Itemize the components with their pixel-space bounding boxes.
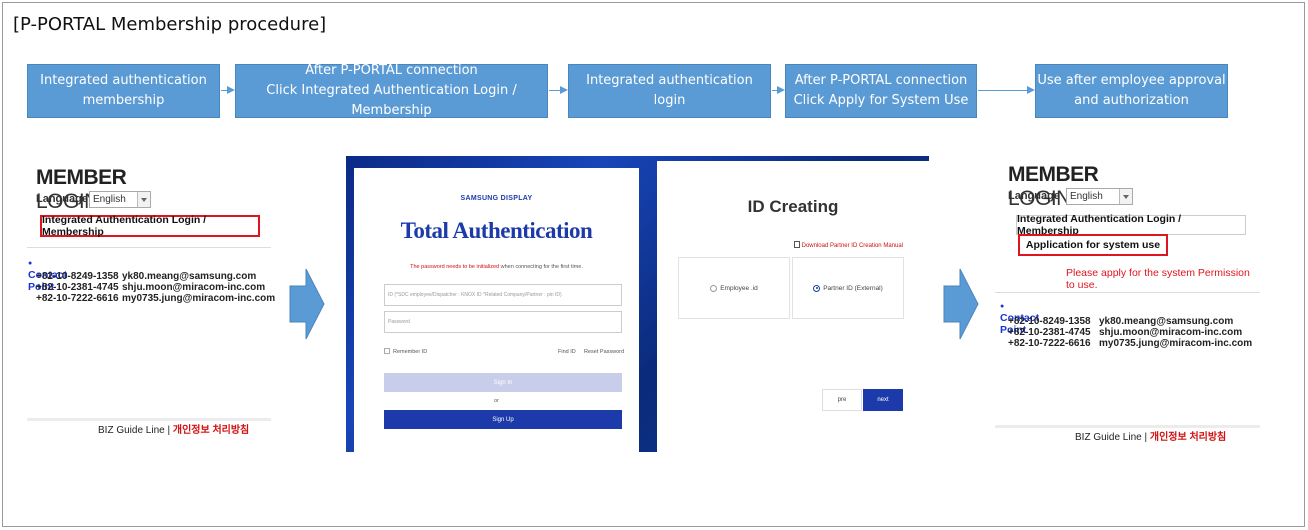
- privacy-policy-link[interactable]: 개인정보 처리방침: [173, 425, 249, 436]
- privacy-policy-link[interactable]: 개인정보 처리방침: [1150, 432, 1226, 443]
- total-authentication-title: Total Authentication: [400, 218, 593, 243]
- book-icon: [793, 241, 800, 248]
- language-label: Language: [36, 193, 88, 205]
- language-select-value: English: [1070, 191, 1103, 202]
- contact-row: +82-10-8249-1358 yk80.meang@samsung.com: [36, 271, 257, 282]
- language-label: Language: [1008, 190, 1060, 202]
- application-for-system-use-button[interactable]: Application for system use: [1018, 234, 1168, 256]
- id-input[interactable]: ID (*SDC employee/Dispatcher : KNOX ID *…: [384, 284, 622, 306]
- flow-arrow-1: [221, 86, 235, 94]
- divider: [27, 247, 271, 248]
- flow-arrow-4: [978, 86, 1035, 94]
- step-2-box: After P-PORTAL connection Click Integrat…: [235, 63, 548, 118]
- reset-password-link[interactable]: Reset Password: [584, 349, 624, 355]
- biz-guide-link[interactable]: BIZ Guide Line |: [98, 425, 170, 436]
- language-select-value: English: [93, 194, 126, 205]
- sign-up-button[interactable]: Sign Up: [384, 410, 622, 429]
- flow-arrow-2: [549, 86, 568, 94]
- step-5-box: Use after employee approval and authoriz…: [1035, 64, 1228, 118]
- contact-row: +82-10-2381-4745 shju.moon@miracom-inc.co…: [1008, 327, 1243, 338]
- contact-row: +82-10-2381-4745 shju.moon@miracom-inc.co…: [36, 282, 266, 293]
- employee-id-option[interactable]: Employee .id: [678, 257, 790, 319]
- or-separator: or: [494, 398, 499, 404]
- chevron-down-icon: [137, 192, 150, 207]
- big-arrow-right-icon: [289, 268, 325, 340]
- prev-button[interactable]: pre: [822, 389, 862, 411]
- radio-selected-icon: [813, 284, 821, 292]
- find-id-link[interactable]: Find ID: [558, 349, 576, 355]
- total-authentication-card: SAMSUNG DISPLAY Total Authentication The…: [354, 168, 639, 452]
- checkbox-icon: [384, 348, 390, 354]
- partner-id-option[interactable]: Partner ID (External): [792, 257, 904, 319]
- language-select[interactable]: English: [1066, 188, 1133, 205]
- big-arrow-right-icon: [943, 268, 979, 340]
- footer-links: BIZ Guide Line | 개인정보 처리방침: [1075, 428, 1226, 443]
- permission-note: Please apply for the system Permission t…: [1066, 267, 1250, 291]
- page-title: [P-PORTAL Membership procedure]: [13, 14, 327, 35]
- chevron-down-icon: [1119, 189, 1132, 204]
- samsung-display-logo: SAMSUNG DISPLAY: [460, 195, 533, 202]
- sign-in-button[interactable]: Sign In: [384, 373, 622, 392]
- password-input[interactable]: Password: [384, 311, 622, 333]
- step-4-box: After P-PORTAL connection Click Apply fo…: [785, 64, 977, 118]
- contact-row: +82-10-7222-6616 my0735.jung@miracom-inc.…: [1008, 338, 1253, 349]
- total-authentication-screenshot: SAMSUNG DISPLAY Total Authentication The…: [346, 156, 929, 452]
- password-init-note: The password needs to be initialized whe…: [410, 264, 583, 270]
- biz-guide-link[interactable]: BIZ Guide Line |: [1075, 432, 1147, 443]
- divider: [995, 292, 1260, 293]
- step-1-box: Integrated authentication membership: [27, 64, 220, 118]
- download-manual-link[interactable]: Download Partner ID Creation Manual: [793, 241, 903, 249]
- id-creating-card: ID Creating Download Partner ID Creation…: [657, 161, 929, 452]
- contact-row: +82-10-8249-1358 yk80.meang@samsung.com: [1008, 316, 1234, 327]
- id-creating-title: ID Creating: [747, 197, 839, 216]
- integrated-auth-login-button[interactable]: Integrated Authentication Login / Member…: [1016, 213, 1246, 237]
- next-button[interactable]: next: [863, 389, 903, 411]
- contact-row: +82-10-7222-6616 my0735.jung@miracom-inc.…: [36, 293, 276, 304]
- step-3-box: Integrated authentication login: [568, 64, 771, 118]
- flow-arrow-3: [772, 86, 785, 94]
- remember-id-checkbox[interactable]: Remember ID: [384, 348, 427, 355]
- footer-links: BIZ Guide Line | 개인정보 처리방침: [98, 421, 249, 436]
- radio-icon: [710, 284, 718, 292]
- language-select[interactable]: English: [89, 191, 151, 208]
- integrated-auth-login-button[interactable]: Integrated Authentication Login / Member…: [40, 214, 260, 238]
